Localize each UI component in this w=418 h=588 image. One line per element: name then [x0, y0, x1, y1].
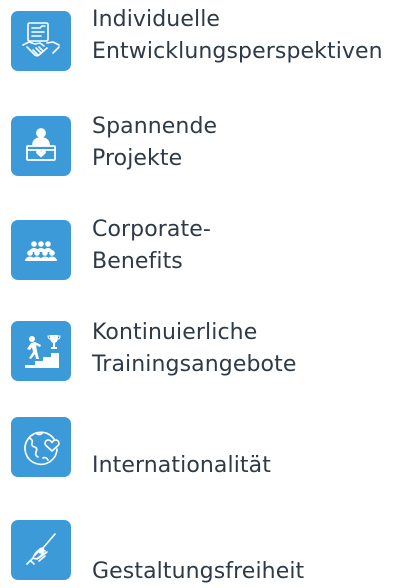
group-people-icon [11, 220, 71, 280]
benefit-label: Spannende Projekte [92, 111, 217, 175]
benefit-label-line: Gestaltungsfreiheit [92, 559, 305, 584]
benefit-label-line: Projekte [92, 146, 183, 171]
benefit-label: Gestaltungsfreiheit [92, 556, 304, 588]
benefit-label-line: Entwicklungsperspektiven [92, 39, 383, 64]
benefit-label-line: Trainingsangebote [92, 352, 297, 377]
handshake-document-icon [11, 11, 71, 71]
benefit-label-line: Corporate- [92, 217, 211, 242]
presenter-heart-icon [11, 116, 71, 176]
benefit-label: Corporate- Benefits [92, 214, 211, 278]
benefit-label-line: Individuelle [92, 7, 221, 32]
globe-heart-icon [11, 417, 71, 477]
benefit-label-line: Kontinuierliche [92, 320, 258, 345]
benefit-label-line: Spannende [92, 114, 218, 139]
hand-brush-icon [11, 520, 71, 580]
benefit-label: Kontinuierliche Trainingsangebote [92, 317, 296, 381]
benefit-label: Individuelle Entwicklungsperspektiven [92, 4, 383, 68]
benefit-label: Internationalität [92, 450, 271, 482]
stairs-trophy-icon [11, 321, 71, 381]
benefit-label-line: Benefits [92, 249, 183, 274]
benefit-label-line: Internationalität [92, 453, 271, 478]
